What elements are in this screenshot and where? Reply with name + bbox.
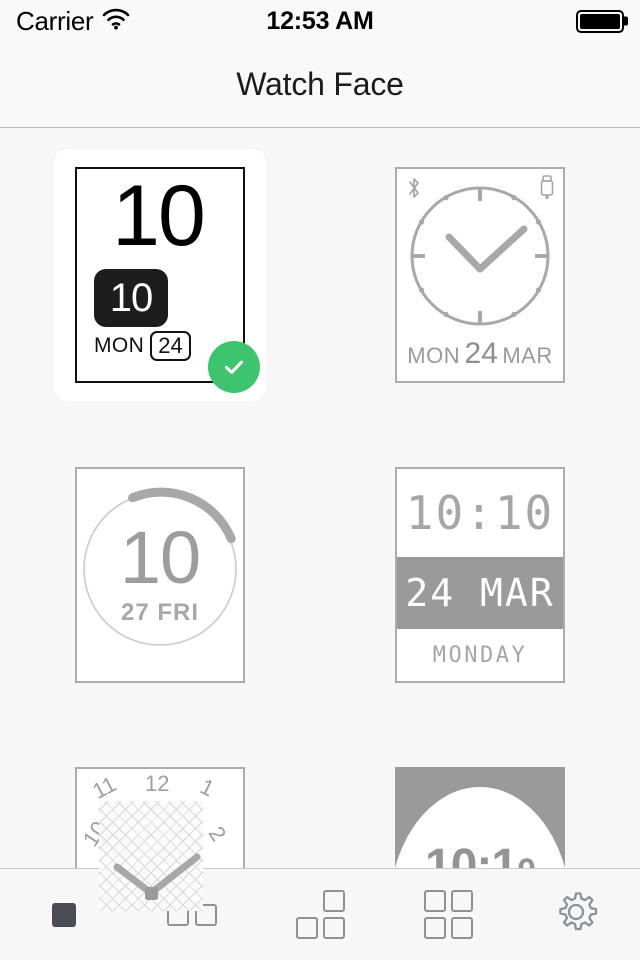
battery-icon — [576, 9, 628, 33]
four-squares-grid-icon — [423, 890, 473, 939]
status-bar: Carrier 12:53 AM — [0, 0, 640, 42]
lcd-face-date-row: 24 MAR — [397, 557, 563, 629]
analog-dial — [405, 181, 555, 336]
watch-face-preview: 11 12 1 10 2 — [75, 767, 245, 960]
watch-face-grid: 10 10 MON 24 MON 24 MAR 10 27 FRI 10:10 … — [0, 129, 640, 960]
page-title: Watch Face — [236, 66, 404, 102]
flip-face-day: 24 — [150, 331, 191, 362]
tab-layout-three[interactable] — [256, 869, 384, 960]
lcd-face-time-row: 10:10 — [397, 469, 563, 557]
analog-face-weekday: MON — [407, 343, 461, 368]
analog-face-month: MAR — [502, 343, 553, 368]
watch-face-card-flip-digital[interactable]: 10 10 MON 24 — [54, 149, 266, 401]
tab-settings[interactable] — [512, 869, 640, 960]
grid-cell: 10 27 FRI — [0, 449, 320, 701]
lcd-face-weekday: MONDAY — [432, 642, 528, 668]
navigation-bar: Watch Face — [0, 42, 640, 128]
battery-level-fill — [580, 13, 620, 29]
flip-face-hour: 10 — [112, 168, 206, 264]
grid-cell: MON 24 MAR — [320, 149, 640, 401]
ring-face-hour: 10 — [119, 516, 201, 599]
lcd-face-day-row: MONDAY — [397, 629, 563, 681]
status-bar-left: Carrier — [16, 6, 130, 37]
watch-face-preview: 10 27 FRI — [75, 467, 245, 683]
wifi-icon — [102, 8, 130, 35]
status-bar-right — [576, 9, 628, 33]
lcd-face-time: 10:10 — [405, 486, 555, 540]
watch-face-card-ring-digital[interactable]: 10 27 FRI — [54, 449, 266, 701]
single-square-icon — [52, 902, 76, 927]
tab-layout-four[interactable] — [384, 869, 512, 960]
analog-face-date: MON 24 MAR — [397, 337, 563, 371]
three-squares-icon — [295, 890, 345, 939]
gear-icon — [552, 888, 600, 941]
flip-face-date-row: MON 24 — [94, 331, 191, 362]
watch-face-preview: MON 24 MAR — [395, 167, 565, 383]
watch-face-preview: 10:10 24 MAR MONDAY — [395, 467, 565, 683]
flip-face-minute-tile: 10 — [94, 269, 168, 327]
numeral-face-hands — [77, 769, 243, 960]
ring-face-date: 27 FRI — [77, 599, 243, 627]
lcd-face-date: 24 MAR — [405, 571, 555, 615]
watch-face-card-lcd-segment[interactable]: 10:10 24 MAR MONDAY — [374, 449, 586, 701]
watch-face-scroll-view[interactable]: 10 10 MON 24 MON 24 MAR 10 27 FRI 10:10 … — [0, 129, 640, 960]
flip-face-weekday: MON — [94, 334, 145, 358]
ring-face-weekday: FRI — [157, 599, 200, 626]
lcd-face-graphic: 10:10 24 MAR MONDAY — [397, 469, 563, 681]
selected-check-badge — [208, 341, 260, 393]
grid-cell: 10:10 24 MAR MONDAY — [320, 449, 640, 701]
grid-cell: 10 10 MON 24 — [0, 149, 320, 401]
check-icon — [225, 360, 243, 374]
watch-face-card-numeral-analog[interactable]: 11 12 1 10 2 — [54, 749, 266, 960]
flip-face-minute: 10 — [109, 276, 153, 320]
carrier-label: Carrier — [16, 5, 94, 36]
watch-face-card-analog-classic[interactable]: MON 24 MAR — [374, 149, 586, 401]
analog-face-day: 24 — [464, 337, 498, 370]
battery-nub — [624, 16, 628, 26]
ring-face-day: 27 — [120, 599, 150, 626]
